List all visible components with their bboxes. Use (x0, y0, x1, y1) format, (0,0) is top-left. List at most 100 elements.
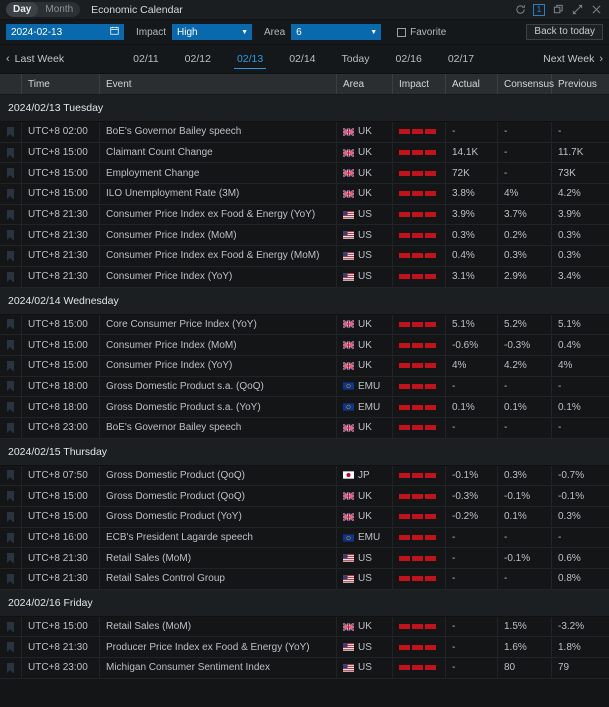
table-row[interactable]: UTC+8 16:00ECB's President Lagarde speec… (0, 528, 609, 549)
bookmark-icon[interactable] (7, 381, 14, 391)
bookmark-icon[interactable] (7, 622, 14, 632)
table-row[interactable]: UTC+8 15:00ILO Unemployment Rate (3M)UK3… (0, 184, 609, 205)
cell-event[interactable]: Consumer Price Index ex Food & Energy (M… (100, 246, 337, 266)
cell-event[interactable]: Consumer Price Index (MoM) (100, 225, 337, 245)
cell-event[interactable]: Consumer Price Index (MoM) (100, 335, 337, 355)
week-day-tab[interactable]: 02/16 (395, 45, 423, 73)
bookmark-icon[interactable] (7, 210, 14, 220)
view-mode-day[interactable]: Day (6, 2, 38, 17)
table-row[interactable]: UTC+8 18:00Gross Domestic Product s.a. (… (0, 377, 609, 398)
favorite-filter[interactable]: Favorite (397, 27, 446, 38)
window-count-icon[interactable]: 1 (533, 4, 545, 16)
row-bookmark-cell[interactable] (0, 658, 22, 678)
row-bookmark-cell[interactable] (0, 122, 22, 142)
bookmark-icon[interactable] (7, 168, 14, 178)
table-row[interactable]: UTC+8 23:00Michigan Consumer Sentiment I… (0, 658, 609, 679)
last-week-button[interactable]: ‹ Last Week (6, 53, 64, 65)
bookmark-icon[interactable] (7, 189, 14, 199)
cell-event[interactable]: Gross Domestic Product (YoY) (100, 507, 337, 527)
bookmark-icon[interactable] (7, 340, 14, 350)
row-bookmark-cell[interactable] (0, 335, 22, 355)
area-select[interactable]: 6 ▼ (291, 24, 381, 40)
bookmark-icon[interactable] (7, 491, 14, 501)
back-to-today-button[interactable]: Back to today (526, 24, 603, 40)
date-input[interactable]: 2024-02-13 (6, 24, 124, 40)
bookmark-icon[interactable] (7, 533, 14, 543)
cell-event[interactable]: ECB's President Lagarde speech (100, 528, 337, 548)
table-row[interactable]: UTC+8 15:00Core Consumer Price Index (Yo… (0, 315, 609, 336)
view-mode-month[interactable]: Month (38, 2, 80, 17)
week-day-tab[interactable]: 02/17 (447, 45, 475, 73)
table-row[interactable]: UTC+8 15:00Employment ChangeUK72K-73K (0, 163, 609, 184)
cell-event[interactable]: Gross Domestic Product (QoQ) (100, 466, 337, 486)
cell-event[interactable]: Consumer Price Index ex Food & Energy (Y… (100, 205, 337, 225)
cell-event[interactable]: Consumer Price Index (YoY) (100, 356, 337, 376)
row-bookmark-cell[interactable] (0, 466, 22, 486)
table-row[interactable]: UTC+8 07:50Gross Domestic Product (QoQ)J… (0, 466, 609, 487)
row-bookmark-cell[interactable] (0, 418, 22, 438)
row-bookmark-cell[interactable] (0, 548, 22, 568)
table-row[interactable]: UTC+8 15:00Retail Sales (MoM)UK-1.5%-3.2… (0, 617, 609, 638)
table-row[interactable]: UTC+8 21:30Consumer Price Index ex Food … (0, 205, 609, 226)
table-row[interactable]: UTC+8 15:00Consumer Price Index (MoM)UK-… (0, 335, 609, 356)
cell-event[interactable]: Core Consumer Price Index (YoY) (100, 315, 337, 335)
bookmark-icon[interactable] (7, 642, 14, 652)
table-row[interactable]: UTC+8 21:30Consumer Price Index (YoY)US3… (0, 267, 609, 288)
cell-event[interactable]: Michigan Consumer Sentiment Index (100, 658, 337, 678)
table-row[interactable]: UTC+8 21:30Consumer Price Index (MoM)US0… (0, 225, 609, 246)
cell-event[interactable]: Retail Sales (MoM) (100, 617, 337, 637)
table-row[interactable]: UTC+8 21:30Retail Sales Control GroupUS-… (0, 569, 609, 590)
table-row[interactable]: UTC+8 15:00Gross Domestic Product (YoY)U… (0, 507, 609, 528)
cell-event[interactable]: Gross Domestic Product s.a. (QoQ) (100, 377, 337, 397)
duplicate-window-icon[interactable] (552, 4, 564, 16)
row-bookmark-cell[interactable] (0, 225, 22, 245)
bookmark-icon[interactable] (7, 361, 14, 371)
calendar-icon[interactable] (110, 26, 119, 38)
table-row[interactable]: UTC+8 21:30Retail Sales (MoM)US--0.1%0.6… (0, 548, 609, 569)
row-bookmark-cell[interactable] (0, 617, 22, 637)
week-day-tab[interactable]: 02/11 (132, 45, 160, 73)
view-mode-toggle[interactable]: Day Month (6, 2, 80, 17)
row-bookmark-cell[interactable] (0, 356, 22, 376)
favorite-checkbox[interactable] (397, 28, 406, 37)
table-row[interactable]: UTC+8 23:00BoE's Governor Bailey speechU… (0, 418, 609, 439)
bookmark-icon[interactable] (7, 272, 14, 282)
table-row[interactable]: UTC+8 15:00Consumer Price Index (YoY)UK4… (0, 356, 609, 377)
bookmark-icon[interactable] (7, 148, 14, 158)
row-bookmark-cell[interactable] (0, 267, 22, 287)
expand-icon[interactable] (571, 4, 583, 16)
bookmark-icon[interactable] (7, 574, 14, 584)
row-bookmark-cell[interactable] (0, 507, 22, 527)
row-bookmark-cell[interactable] (0, 486, 22, 506)
cell-event[interactable]: Employment Change (100, 163, 337, 183)
week-day-tab[interactable]: 02/14 (288, 45, 316, 73)
cell-event[interactable]: BoE's Governor Bailey speech (100, 418, 337, 438)
row-bookmark-cell[interactable] (0, 377, 22, 397)
row-bookmark-cell[interactable] (0, 246, 22, 266)
row-bookmark-cell[interactable] (0, 315, 22, 335)
bookmark-icon[interactable] (7, 402, 14, 412)
table-row[interactable]: UTC+8 02:00BoE's Governor Bailey speechU… (0, 122, 609, 143)
row-bookmark-cell[interactable] (0, 205, 22, 225)
table-row[interactable]: UTC+8 15:00Gross Domestic Product (QoQ)U… (0, 486, 609, 507)
bookmark-icon[interactable] (7, 553, 14, 563)
table-row[interactable]: UTC+8 15:00Claimant Count ChangeUK14.1K-… (0, 143, 609, 164)
table-row[interactable]: UTC+8 18:00Gross Domestic Product s.a. (… (0, 397, 609, 418)
cell-event[interactable]: Consumer Price Index (YoY) (100, 267, 337, 287)
row-bookmark-cell[interactable] (0, 528, 22, 548)
close-icon[interactable] (590, 4, 602, 16)
bookmark-icon[interactable] (7, 127, 14, 137)
row-bookmark-cell[interactable] (0, 163, 22, 183)
week-day-tab-selected[interactable]: 02/13 (236, 45, 264, 73)
row-bookmark-cell[interactable] (0, 397, 22, 417)
bookmark-icon[interactable] (7, 512, 14, 522)
bookmark-icon[interactable] (7, 251, 14, 261)
row-bookmark-cell[interactable] (0, 569, 22, 589)
bookmark-icon[interactable] (7, 470, 14, 480)
impact-select[interactable]: High ▼ (172, 24, 252, 40)
week-day-tab-today[interactable]: Today (341, 45, 371, 73)
row-bookmark-cell[interactable] (0, 637, 22, 657)
cell-event[interactable]: Gross Domestic Product s.a. (YoY) (100, 397, 337, 417)
row-bookmark-cell[interactable] (0, 143, 22, 163)
bookmark-icon[interactable] (7, 230, 14, 240)
